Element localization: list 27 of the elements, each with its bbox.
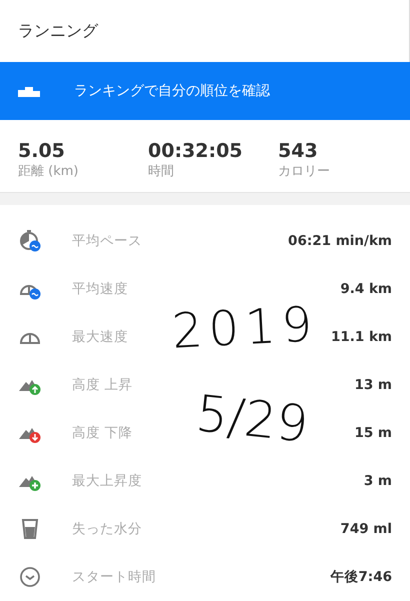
stat-label: 最大上昇度 (72, 472, 143, 490)
ranking-banner[interactable]: ランキングで自分の順位を確認 (0, 62, 410, 120)
screen-title: ランニング (18, 20, 98, 42)
stat-label: 平均速度 (72, 280, 129, 298)
stat-label: 平均ペース (72, 232, 143, 250)
stat-value: 3 m (364, 473, 392, 489)
stopwatch-icon (18, 229, 42, 253)
stat-label: 高度 上昇 (72, 376, 134, 394)
stat-value: 午後7:46 (330, 568, 392, 586)
summary-value: 00:32:05 (148, 140, 244, 162)
summary-value: 543 (278, 140, 319, 162)
handwritten-note: 2019 (170, 296, 320, 360)
stat-label: 失った水分 (72, 520, 143, 538)
summary-label: 距離 (km) (18, 163, 80, 180)
stat-value: 11.1 km (330, 329, 392, 345)
handwritten-note: 5/29 (193, 384, 311, 454)
stat-value: 9.4 km (340, 281, 392, 297)
stat-value: 749 ml (340, 521, 392, 537)
summary-label: 時間 (148, 163, 175, 180)
podium-icon (18, 85, 40, 97)
stat-value: 15 m (354, 425, 392, 441)
summary-label: カロリー (278, 163, 331, 180)
stat-value: 13 m (354, 377, 392, 393)
clock-icon (18, 565, 42, 589)
stat-value: 06:21 min/km (288, 233, 392, 249)
stat-label: スタート時間 (72, 568, 157, 586)
summary-value: 5.05 (18, 140, 66, 162)
